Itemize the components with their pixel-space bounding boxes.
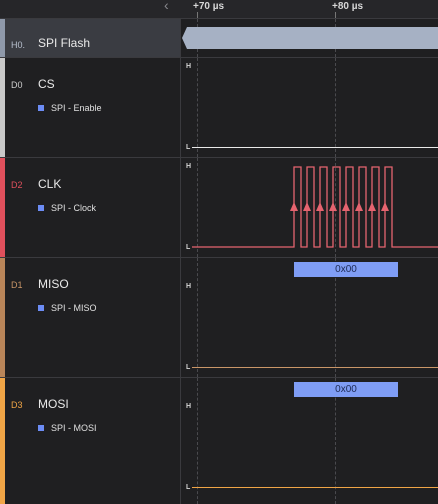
rising-edge-marker-icon: [381, 202, 389, 211]
rising-edge-marker-icon: [290, 202, 298, 211]
scroll-left-icon[interactable]: ‹: [164, 0, 169, 13]
analyzer-color-swatch: [38, 425, 44, 431]
analyzer-tag[interactable]: SPI - Clock: [38, 203, 96, 213]
channel-name: MOSI: [38, 397, 69, 411]
low-level-label: L: [186, 244, 191, 251]
channel-label-panel[interactable]: H0. SPI Flash: [0, 19, 181, 57]
channel-label-panel[interactable]: D1 MISO SPI - MISO: [0, 258, 181, 377]
cs-waveform: [192, 147, 438, 148]
grid-line: [197, 258, 198, 377]
grid-line: [335, 58, 336, 157]
channel-color-stripe: [0, 378, 5, 504]
channel-color-stripe: [0, 158, 5, 257]
rising-edge-marker-icon: [329, 202, 337, 211]
high-level-label: H: [186, 283, 192, 290]
rising-edge-marker-icon: [303, 202, 311, 211]
channel-label-panel[interactable]: D2 CLK SPI - Clock: [0, 158, 181, 257]
rising-edge-marker-icon: [316, 202, 324, 211]
analyzer-track[interactable]: [181, 19, 438, 57]
analyzer-name: SPI - Clock: [51, 203, 97, 213]
channel-name: SPI Flash: [38, 36, 91, 50]
grid-line: [197, 58, 198, 157]
analyzer-tag[interactable]: SPI - MOSI: [38, 423, 97, 433]
channel-name: CS: [38, 77, 55, 91]
analyzer-color-swatch: [38, 305, 44, 311]
analyzer-color-swatch: [38, 105, 44, 111]
low-level-label: L: [186, 484, 191, 491]
high-level-label: H: [186, 63, 192, 70]
analyzer-tag[interactable]: SPI - MISO: [38, 303, 97, 313]
waveform-track[interactable]: [181, 58, 438, 157]
channel-row-mosi[interactable]: D3 MOSI SPI - MOSI 0x00 H L: [0, 378, 438, 504]
waveform-track[interactable]: [181, 158, 438, 257]
channel-label-panel[interactable]: D0 CS SPI - Enable: [0, 58, 181, 157]
channel-row-clk[interactable]: D2 CLK SPI - Clock H L: [0, 158, 438, 258]
clk-signal-path: [192, 166, 438, 248]
channel-index: D2: [11, 180, 23, 190]
channel-row-cs[interactable]: D0 CS SPI - Enable H L: [0, 58, 438, 158]
time-ruler[interactable]: ‹ +70 µs +80 µs: [0, 0, 438, 19]
high-level-label: H: [186, 403, 192, 410]
low-level-label: L: [186, 144, 191, 151]
analyzer-name: SPI - Enable: [51, 103, 102, 113]
time-label-70us: +70 µs: [193, 1, 225, 12]
clk-waveform: [192, 166, 438, 248]
high-level-label: H: [186, 163, 192, 170]
grid-line: [197, 378, 198, 504]
channel-color-stripe: [0, 19, 5, 57]
spi-frame-bar[interactable]: [181, 19, 438, 57]
rising-edge-marker-icon: [368, 202, 376, 211]
rising-edge-marker-icon: [342, 202, 350, 211]
channel-index: D0: [11, 80, 23, 90]
analyzer-color-swatch: [38, 205, 44, 211]
channel-index: H0.: [11, 40, 26, 50]
rising-edge-marker-icon: [355, 202, 363, 211]
time-tick: [197, 12, 198, 18]
analyzer-name: SPI - MISO: [51, 303, 97, 313]
analyzer-tag[interactable]: SPI - Enable: [38, 103, 102, 113]
time-tick: [335, 12, 336, 18]
channel-row-spi-flash[interactable]: H0. SPI Flash: [0, 19, 438, 58]
channel-name: MISO: [38, 277, 69, 291]
channel-color-stripe: [0, 258, 5, 377]
channel-color-stripe: [0, 58, 5, 157]
channel-name: CLK: [38, 177, 62, 191]
channel-index: D1: [11, 280, 23, 290]
channel-index: D3: [11, 400, 23, 410]
mosi-data-packet[interactable]: 0x00: [294, 382, 398, 397]
channel-label-panel[interactable]: D3 MOSI SPI - MOSI: [0, 378, 181, 504]
time-label-80us: +80 µs: [332, 1, 364, 12]
analyzer-name: SPI - MOSI: [51, 423, 97, 433]
miso-data-packet[interactable]: 0x00: [294, 262, 398, 277]
low-level-label: L: [186, 364, 191, 371]
miso-waveform: [192, 367, 438, 368]
channel-row-miso[interactable]: D1 MISO SPI - MISO 0x00 H L: [0, 258, 438, 378]
mosi-waveform: [192, 487, 438, 488]
